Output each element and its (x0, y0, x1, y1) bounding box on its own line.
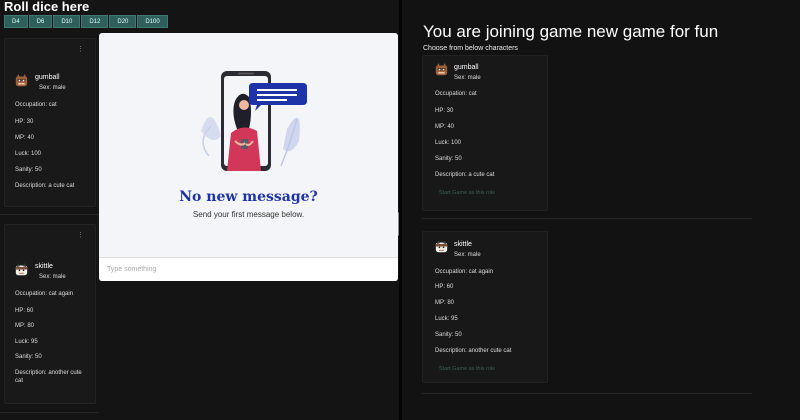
character-card-gumball: ⋮ gumball Sex: male Occupation: cat HP: … (4, 38, 96, 207)
character-card-skittle: ⋮ skittle Sex: male Occupation: cat agai… (4, 224, 96, 404)
dice-d6-button[interactable]: D6 (28, 15, 53, 28)
character-luck: Luck: 100 (15, 151, 42, 157)
character-name: skittle (454, 241, 472, 248)
chat-panel: No new message? Send your first message … (99, 33, 398, 281)
character-sanity: Sanity: 50 (15, 167, 42, 173)
character-sex: Sex: male (39, 85, 66, 91)
choose-characters-label: Choose from below characters (423, 45, 518, 52)
character-luck: Luck: 95 (435, 316, 458, 322)
start-game-button[interactable]: Start Game as this role (439, 190, 495, 196)
character-occupation: Occupation: cat again (435, 269, 494, 275)
character-option-gumball: gumball Sex: male Occupation: cat HP: 30… (422, 55, 548, 211)
character-option-skittle: skittle Sex: male Occupation: cat again … (422, 231, 548, 383)
character-hp: HP: 30 (15, 119, 34, 125)
character-hp: HP: 60 (435, 284, 454, 290)
dice-d4-button[interactable]: D4 (4, 15, 28, 28)
card-divider (0, 214, 99, 215)
dice-d12-button[interactable]: D12 (81, 15, 109, 28)
more-vertical-icon[interactable]: ⋮ (77, 46, 84, 53)
dice-toolbar: D4 D6 D10 D12 D20 D100 (4, 15, 168, 28)
card-divider (0, 412, 99, 413)
character-mp: MP: 80 (435, 300, 455, 306)
roll-dice-title: Roll dice here (4, 0, 90, 14)
character-description: Description: another cute cat (15, 370, 82, 384)
left-pane: Roll dice here D4 D6 D10 D12 D20 D100 ⋮ … (0, 0, 401, 420)
option-divider (422, 218, 752, 219)
empty-chat-subtitle: Send your first message below. (192, 210, 305, 219)
message-input[interactable]: Type something (99, 257, 398, 281)
option-divider (422, 393, 752, 394)
character-sex: Sex: male (39, 274, 66, 280)
character-sanity: Sanity: 50 (435, 156, 462, 162)
character-mp: MP: 40 (15, 135, 35, 141)
dice-d10-button[interactable]: D10 (53, 15, 81, 28)
cat-avatar-icon (15, 263, 28, 276)
character-luck: Luck: 95 (15, 339, 38, 345)
character-description: Description: a cute cat (15, 183, 75, 189)
character-occupation: Occupation: cat (435, 91, 477, 97)
character-hp: HP: 30 (435, 108, 454, 114)
cat-avatar-icon (15, 74, 28, 87)
cat-avatar-icon (435, 240, 448, 253)
dice-d100-button[interactable]: D100 (137, 15, 168, 28)
character-occupation: Occupation: cat again (15, 291, 74, 297)
character-description: Description: a cute cat (435, 172, 495, 178)
character-sanity: Sanity: 50 (435, 332, 462, 338)
character-sanity: Sanity: 50 (15, 354, 42, 360)
character-name: gumball (454, 64, 479, 71)
more-vertical-icon[interactable]: ⋮ (77, 232, 84, 239)
dice-d20-button[interactable]: D20 (109, 15, 137, 28)
character-mp: MP: 40 (435, 124, 455, 130)
character-sex: Sex: male (454, 75, 481, 81)
character-hp: HP: 60 (15, 308, 34, 314)
right-pane: You are joining game new game for fun Ch… (402, 0, 800, 420)
character-sex: Sex: male (454, 252, 481, 258)
empty-chat-title: No new message? (179, 189, 318, 205)
character-description: Description: another cute cat (435, 348, 512, 354)
cat-avatar-icon (435, 63, 448, 76)
character-luck: Luck: 100 (435, 140, 462, 146)
start-game-button[interactable]: Start Game as this role (439, 366, 495, 372)
phone-message-illustration (201, 71, 307, 171)
character-name: gumball (35, 74, 60, 81)
character-mp: MP: 80 (15, 323, 35, 329)
character-occupation: Occupation: cat (15, 102, 57, 108)
join-game-title: You are joining game new game for fun (423, 22, 719, 41)
character-name: skittle (35, 263, 53, 270)
